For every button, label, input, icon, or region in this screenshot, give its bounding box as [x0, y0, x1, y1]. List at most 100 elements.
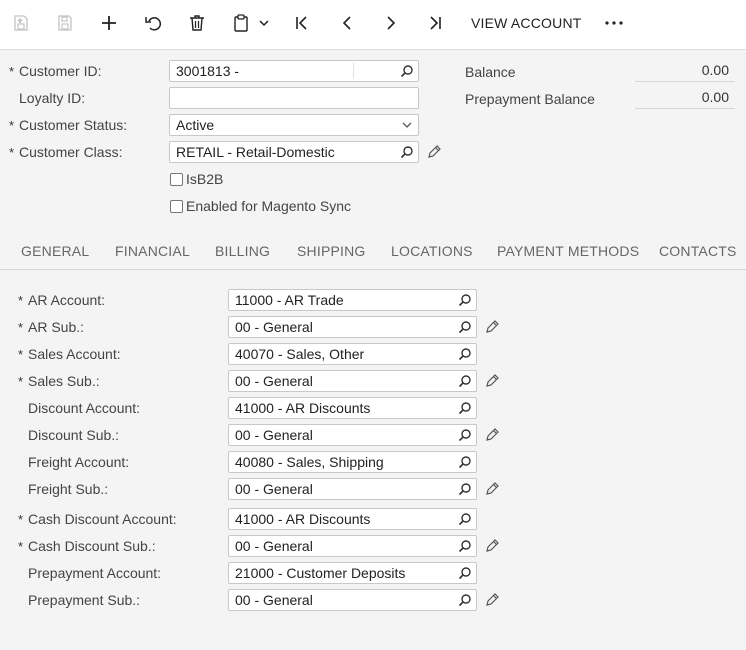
prepayment-account-field[interactable]: 21000 - Customer Deposits	[228, 562, 477, 584]
customer-id-value: 3001813 -	[176, 63, 240, 79]
customer-class-value: RETAIL - Retail-Domestic	[176, 144, 335, 160]
magento-sync-checkbox[interactable]	[170, 200, 183, 213]
toolbar: VIEW ACCOUNT	[0, 0, 746, 50]
search-icon[interactable]	[400, 145, 414, 159]
required-marker: *	[18, 539, 24, 554]
search-icon[interactable]	[458, 455, 472, 469]
balance-label: Balance	[465, 64, 516, 80]
pencil-icon[interactable]	[484, 592, 500, 608]
tab-contacts[interactable]: CONTACTS	[659, 243, 737, 259]
required-marker: *	[18, 347, 24, 362]
tab-bar: GENERAL FINANCIAL BILLING SHIPPING LOCAT…	[0, 232, 746, 270]
discount-account-label: Discount Account:	[28, 400, 141, 416]
loyalty-id-label: Loyalty ID:	[19, 90, 86, 106]
tab-general[interactable]: GENERAL	[21, 243, 89, 259]
sales-sub-label: Sales Sub.:	[28, 373, 100, 389]
required-marker: *	[9, 118, 15, 133]
sales-sub-field[interactable]: 00 - General	[228, 370, 477, 392]
sales-account-value: 40070 - Sales, Other	[235, 346, 365, 362]
search-icon[interactable]	[458, 593, 472, 607]
freight-account-value: 40080 - Sales, Shipping	[235, 454, 384, 470]
prepayment-sub-field[interactable]: 00 - General	[228, 589, 477, 611]
required-marker: *	[18, 293, 24, 308]
freight-sub-label: Freight Sub.:	[28, 481, 109, 497]
previous-record-icon[interactable]	[337, 10, 357, 36]
cash-discount-sub-field[interactable]: 00 - General	[228, 535, 477, 557]
search-icon[interactable]	[458, 566, 472, 580]
tab-financial[interactable]: FINANCIAL	[115, 243, 190, 259]
next-record-icon[interactable]	[381, 10, 401, 36]
freight-account-label: Freight Account:	[28, 454, 130, 470]
last-record-icon[interactable]	[425, 10, 445, 36]
prepayment-balance-label: Prepayment Balance	[465, 91, 595, 107]
prepayment-account-value: 21000 - Customer Deposits	[235, 565, 406, 581]
pencil-icon[interactable]	[484, 481, 500, 497]
chevron-down-icon[interactable]	[400, 118, 414, 132]
customer-class-field[interactable]: RETAIL - Retail-Domestic	[169, 141, 419, 163]
view-account-button[interactable]: VIEW ACCOUNT	[471, 10, 582, 36]
cash-discount-sub-label: Cash Discount Sub.:	[28, 538, 156, 554]
sales-account-label: Sales Account:	[28, 346, 121, 362]
save-icon[interactable]	[55, 10, 75, 36]
required-marker: *	[18, 374, 24, 389]
discount-sub-field[interactable]: 00 - General	[228, 424, 477, 446]
chevron-down-icon[interactable]	[256, 10, 272, 36]
magento-sync-label: Enabled for Magento Sync	[186, 198, 351, 214]
tab-locations[interactable]: LOCATIONS	[391, 243, 473, 259]
pencil-icon[interactable]	[484, 427, 500, 443]
prepayment-balance-value: 0.00	[635, 87, 735, 109]
prepayment-sub-value: 00 - General	[235, 592, 313, 608]
tab-billing[interactable]: BILLING	[215, 243, 270, 259]
sales-sub-value: 00 - General	[235, 373, 313, 389]
discount-sub-value: 00 - General	[235, 427, 313, 443]
pencil-icon[interactable]	[484, 373, 500, 389]
loyalty-id-field[interactable]	[169, 87, 419, 109]
copy-paste-icon[interactable]	[230, 10, 252, 36]
sales-account-field[interactable]: 40070 - Sales, Other	[228, 343, 477, 365]
tab-payment-methods[interactable]: PAYMENT METHODS	[497, 243, 639, 259]
first-record-icon[interactable]	[292, 10, 312, 36]
required-marker: *	[9, 64, 15, 79]
freight-sub-value: 00 - General	[235, 481, 313, 497]
pencil-icon[interactable]	[484, 538, 500, 554]
customer-id-field[interactable]: 3001813 -	[169, 60, 419, 82]
search-icon[interactable]	[458, 320, 472, 334]
cash-discount-account-label: Cash Discount Account:	[28, 511, 177, 527]
customer-status-select[interactable]: Active	[169, 114, 419, 136]
search-icon[interactable]	[458, 512, 472, 526]
ar-sub-field[interactable]: 00 - General	[228, 316, 477, 338]
search-icon[interactable]	[458, 374, 472, 388]
prepayment-account-label: Prepayment Account:	[28, 565, 162, 581]
save-close-icon[interactable]	[11, 10, 31, 36]
ar-account-label: AR Account:	[28, 292, 106, 308]
pencil-icon[interactable]	[484, 319, 500, 335]
ar-account-field[interactable]: 11000 - AR Trade	[228, 289, 477, 311]
add-icon[interactable]	[99, 10, 119, 36]
search-icon[interactable]	[458, 539, 472, 553]
search-icon[interactable]	[458, 401, 472, 415]
search-icon[interactable]	[458, 482, 472, 496]
discount-account-field[interactable]: 41000 - AR Discounts	[228, 397, 477, 419]
prepayment-sub-label: Prepayment Sub.:	[28, 592, 141, 608]
required-marker: *	[9, 145, 15, 160]
tab-shipping[interactable]: SHIPPING	[297, 243, 366, 259]
search-icon[interactable]	[458, 347, 472, 361]
ar-sub-value: 00 - General	[235, 319, 313, 335]
customer-status-value: Active	[176, 117, 215, 133]
more-icon[interactable]	[603, 10, 625, 36]
discount-sub-label: Discount Sub.:	[28, 427, 120, 443]
delete-icon[interactable]	[187, 10, 207, 36]
freight-account-field[interactable]: 40080 - Sales, Shipping	[228, 451, 477, 473]
search-icon[interactable]	[458, 293, 472, 307]
search-icon[interactable]	[458, 428, 472, 442]
customer-status-label: Customer Status:	[19, 117, 128, 133]
cash-discount-sub-value: 00 - General	[235, 538, 313, 554]
isb2b-checkbox[interactable]	[170, 173, 183, 186]
freight-sub-field[interactable]: 00 - General	[228, 478, 477, 500]
cash-discount-account-value: 41000 - AR Discounts	[235, 511, 371, 527]
ar-sub-label: AR Sub.:	[28, 319, 85, 335]
pencil-icon[interactable]	[426, 144, 442, 160]
search-icon[interactable]	[400, 64, 414, 78]
cash-discount-account-field[interactable]: 41000 - AR Discounts	[228, 508, 477, 530]
undo-icon[interactable]	[143, 10, 163, 36]
